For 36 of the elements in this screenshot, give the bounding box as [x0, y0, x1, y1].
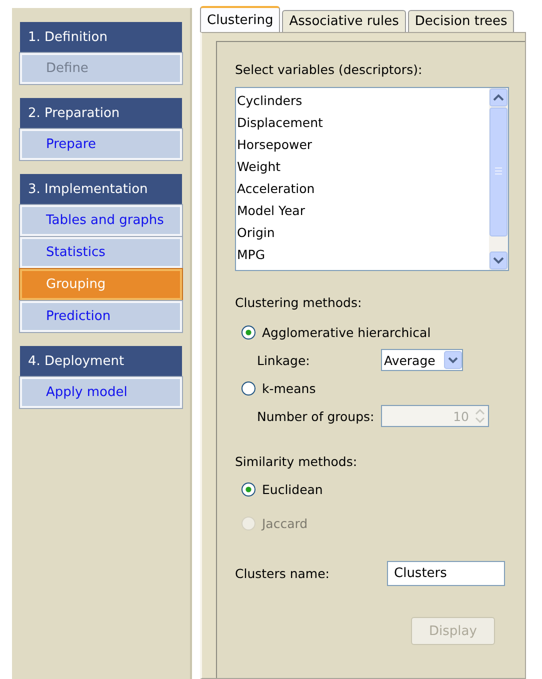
- section-header: 4. Deployment: [20, 346, 182, 376]
- section-header: 3. Implementation: [20, 174, 182, 204]
- list-item[interactable]: Weight: [236, 156, 489, 178]
- sidebar-item[interactable]: Prepare: [20, 129, 182, 160]
- radio-button[interactable]: [241, 482, 256, 496]
- list-item[interactable]: Model Year: [236, 200, 489, 222]
- list-item[interactable]: Origin: [236, 222, 489, 244]
- list-item[interactable]: Displacement: [236, 112, 489, 134]
- sidebar-item[interactable]: Prediction: [20, 301, 182, 332]
- sidebar-item[interactable]: Apply model: [20, 377, 182, 408]
- sidebar-item[interactable]: Tables and graphs: [20, 205, 182, 236]
- variables-list[interactable]: Cyclinders Displacement Horsepower Weight Acceleration Model Year Origin MPG: [235, 87, 509, 271]
- section-label: Clustering methods:: [235, 295, 363, 310]
- list-item[interactable]: Acceleration: [236, 178, 489, 200]
- section-header: 1. Definition: [20, 22, 182, 52]
- list-item[interactable]: Horsepower: [236, 134, 489, 156]
- sidebar-item[interactable]: Statistics: [20, 237, 182, 268]
- list-item[interactable]: MPG: [236, 244, 489, 266]
- section-header: 2. Preparation: [20, 98, 182, 128]
- radio-button[interactable]: [241, 380, 256, 396]
- scrollbar[interactable]: [489, 88, 508, 270]
- section-label: Similarity methods:: [235, 454, 358, 469]
- tab[interactable]: Associative rules: [282, 10, 406, 32]
- groups-label: Number of groups:: [257, 408, 376, 424]
- clusters-name-field[interactable]: Clusters: [387, 560, 505, 586]
- variables-label: Select variables (descriptors):: [235, 62, 424, 77]
- radio-button[interactable]: [241, 324, 256, 340]
- tab[interactable]: Clustering: [200, 6, 280, 32]
- tab[interactable]: Decision trees: [408, 10, 514, 32]
- radio-option[interactable]: Agglomerative hierarchical: [241, 324, 431, 340]
- list-item[interactable]: Cyclinders: [236, 90, 489, 112]
- linkage-dropdown[interactable]: Average: [381, 349, 463, 371]
- radio-option[interactable]: Euclidean: [241, 482, 323, 496]
- clusters-name-label: Clusters name:: [235, 566, 330, 580]
- radio-option[interactable]: k-means: [241, 380, 316, 396]
- linkage-label: Linkage:: [257, 352, 311, 368]
